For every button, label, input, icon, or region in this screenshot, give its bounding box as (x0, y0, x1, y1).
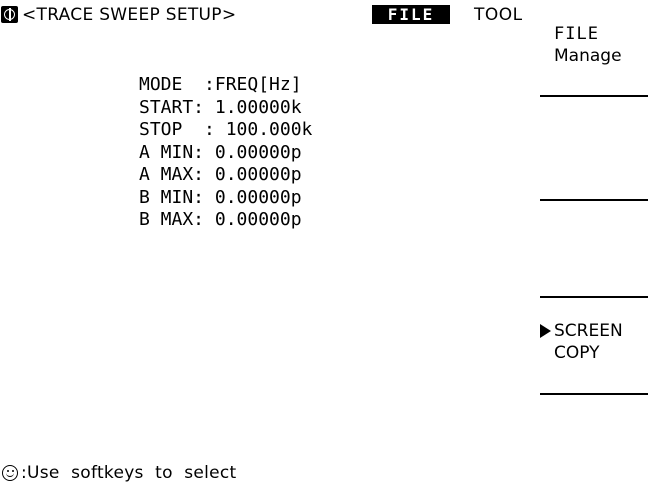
softkey-column: FILE Manage SCREEN COPY (540, 0, 648, 488)
softkey-file-manage[interactable]: FILE Manage (540, 0, 648, 97)
page-title: <TRACE SWEEP SETUP> (22, 5, 237, 25)
param-value: 0.00000p (214, 209, 302, 230)
param-label: MODE : (139, 74, 215, 95)
hint-text: :Use softkeys to select (21, 463, 237, 483)
softkey-divider (540, 95, 648, 97)
softkey-line-2: Manage (554, 46, 622, 66)
tab-tool[interactable]: TOOL (474, 0, 523, 30)
param-b-min[interactable]: B MIN: 0.00000p (139, 187, 312, 210)
header-bar: <TRACE SWEEP SETUP> FILE TOOL (0, 0, 540, 32)
softkey-line-1: SCREEN (554, 321, 623, 341)
softkey-line-1: FILE (554, 24, 599, 44)
status-bar: :Use softkeys to select (0, 458, 540, 488)
sweep-parameters: MODE :FREQ[Hz] START: 1.00000k STOP : 10… (139, 74, 312, 232)
param-mode[interactable]: MODE :FREQ[Hz] (139, 74, 312, 97)
param-label: B MAX: (139, 209, 215, 230)
param-value: 100.000k (225, 119, 313, 140)
softkey-label: FILE Manage (540, 23, 622, 67)
instrument-screen: <TRACE SWEEP SETUP> FILE TOOL MODE :FREQ… (0, 0, 648, 488)
softkey-screen-copy[interactable]: SCREEN COPY (540, 298, 648, 395)
softkey-3[interactable] (540, 201, 648, 298)
param-label: A MIN: (139, 141, 215, 163)
param-b-max[interactable]: B MAX: 0.00000p (139, 209, 312, 232)
softkey-label: SCREEN COPY (540, 320, 623, 364)
arrow-right-icon (540, 324, 551, 338)
param-a-min[interactable]: A MIN: 0.00000p (139, 142, 312, 165)
menu-icon[interactable] (1, 6, 18, 23)
param-start[interactable]: START: 1.00000k (139, 97, 312, 120)
param-a-max[interactable]: A MAX: 0.00000p (139, 164, 312, 187)
param-stop[interactable]: STOP : 100.000k (139, 119, 312, 142)
softkey-5[interactable] (540, 395, 648, 492)
param-value: FREQ[Hz] (214, 74, 302, 95)
param-label: A MAX: (139, 164, 215, 185)
param-value: 0.00000p (214, 164, 302, 185)
softkey-2[interactable] (540, 104, 648, 201)
tab-file[interactable]: FILE (372, 5, 450, 24)
softkey-line-2: COPY (554, 343, 600, 363)
param-value: 1.00000k (214, 96, 302, 118)
smiley-icon (2, 465, 18, 481)
param-label: B MIN: (139, 186, 215, 208)
param-label: START: (139, 96, 215, 118)
param-value: 0.00000p (214, 141, 302, 163)
param-label: STOP : (139, 119, 226, 140)
param-value: 0.00000p (214, 186, 302, 208)
